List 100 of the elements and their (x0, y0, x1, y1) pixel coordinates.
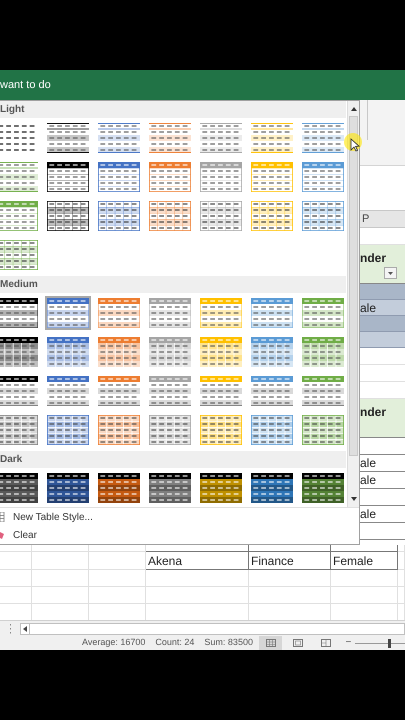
table-style-option[interactable] (45, 121, 91, 155)
zoom-slider-thumb[interactable] (388, 638, 391, 648)
table-style-option[interactable] (249, 471, 295, 505)
cell-text: ale (360, 300, 376, 316)
table-cell: Female (331, 552, 398, 570)
table-style-option[interactable] (45, 199, 91, 233)
table-style-option[interactable] (300, 160, 346, 194)
table-style-option[interactable] (45, 160, 91, 194)
table-style-option[interactable] (300, 121, 346, 155)
table-cell (89, 587, 146, 604)
section-heading: Light (0, 103, 24, 117)
scroll-left-button[interactable] (20, 622, 30, 634)
table-style-option[interactable] (300, 296, 346, 330)
table-style-option[interactable] (147, 471, 193, 505)
table-style-option[interactable] (198, 199, 244, 233)
table-style-option[interactable] (0, 199, 40, 233)
table-cell (0, 587, 32, 604)
scroll-thumb[interactable] (349, 116, 358, 456)
table-style-option[interactable] (0, 413, 40, 447)
cell-text: nder (360, 250, 386, 267)
normal-view-button[interactable] (258, 636, 282, 650)
table-style-option[interactable] (0, 471, 40, 505)
table-cell (0, 570, 32, 587)
column-header[interactable]: P (360, 210, 370, 228)
status-text: Average: 16700 (82, 636, 146, 650)
section-heading: Dark (0, 453, 22, 467)
table-style-option[interactable] (147, 121, 193, 155)
status-text: Count: 24 (155, 636, 194, 650)
table-style-option[interactable] (45, 471, 91, 505)
cell-text: ale (360, 455, 376, 472)
table-cell (32, 587, 89, 604)
table-style-option[interactable] (300, 335, 346, 369)
scroll-down-icon[interactable] (350, 495, 358, 503)
table-style-option[interactable] (0, 335, 40, 369)
table-cell: Akena (146, 552, 249, 570)
table-style-option[interactable] (147, 160, 193, 194)
table-cell (89, 552, 146, 570)
table-style-option[interactable] (96, 413, 142, 447)
menu-item[interactable]: Clear (13, 528, 37, 542)
table-style-option[interactable] (198, 121, 244, 155)
table-style-option[interactable] (96, 335, 142, 369)
horizontal-scrollbar[interactable] (30, 622, 405, 634)
table-style-option[interactable] (198, 374, 244, 408)
eraser-icon (0, 530, 5, 540)
table-style-option[interactable] (96, 160, 142, 194)
table-style-option[interactable] (96, 121, 142, 155)
table-style-option[interactable] (147, 296, 193, 330)
menu-item[interactable]: New Table Style... (13, 510, 93, 524)
zoom-slider[interactable] (355, 638, 405, 648)
table-style-option[interactable] (45, 335, 91, 369)
table-style-option[interactable] (249, 199, 295, 233)
table-cell (360, 332, 405, 348)
table-style-option[interactable] (96, 374, 142, 408)
status-text: Sum: 83500 (204, 636, 253, 650)
table-style-option[interactable] (249, 413, 295, 447)
filter-dropdown-button[interactable] (384, 267, 397, 279)
table-cell (89, 570, 146, 587)
page-icon (293, 639, 304, 647)
scrollbar[interactable] (347, 101, 359, 507)
table-style-option[interactable] (300, 374, 346, 408)
table-style-option[interactable] (45, 296, 91, 330)
grid-icon (266, 639, 276, 647)
zoom-out-button[interactable]: − (345, 638, 352, 648)
cell-text: ale (360, 472, 376, 489)
table-style-option[interactable] (147, 374, 193, 408)
table-style-option[interactable] (45, 413, 91, 447)
table-style-option[interactable] (198, 413, 244, 447)
table-style-option[interactable] (147, 413, 193, 447)
table-style-option[interactable] (300, 413, 346, 447)
table-style-option[interactable] (249, 296, 295, 330)
search-hint[interactable]: want to do (0, 76, 51, 94)
caret-icon (388, 272, 393, 274)
table-cell (331, 587, 398, 604)
table-style-option[interactable] (249, 121, 295, 155)
table-style-option[interactable] (96, 471, 142, 505)
table-style-option[interactable] (300, 199, 346, 233)
table-style-option[interactable] (147, 199, 193, 233)
page-break-icon (320, 639, 331, 647)
table-style-option[interactable] (96, 296, 142, 330)
table-style-option[interactable] (0, 238, 40, 272)
table-style-option[interactable] (0, 160, 40, 194)
table-style-option[interactable] (249, 335, 295, 369)
table-style-option[interactable] (96, 199, 142, 233)
table-style-option[interactable] (300, 471, 346, 505)
table-style-option[interactable] (147, 335, 193, 369)
table-cell: Finance (249, 552, 331, 570)
table-style-option[interactable] (198, 160, 244, 194)
table-cell (331, 570, 398, 587)
table-cell (32, 552, 89, 570)
left-arrow-icon (22, 626, 28, 632)
table-style-option[interactable] (198, 471, 244, 505)
table-style-option[interactable] (249, 160, 295, 194)
table-style-option[interactable] (198, 335, 244, 369)
table-style-option[interactable] (0, 296, 40, 330)
scroll-up-icon[interactable] (350, 105, 358, 113)
table-cell (0, 552, 32, 570)
table-style-option[interactable] (249, 374, 295, 408)
table-style-option[interactable] (198, 296, 244, 330)
table-style-option[interactable] (0, 374, 40, 408)
table-style-option[interactable] (45, 374, 91, 408)
